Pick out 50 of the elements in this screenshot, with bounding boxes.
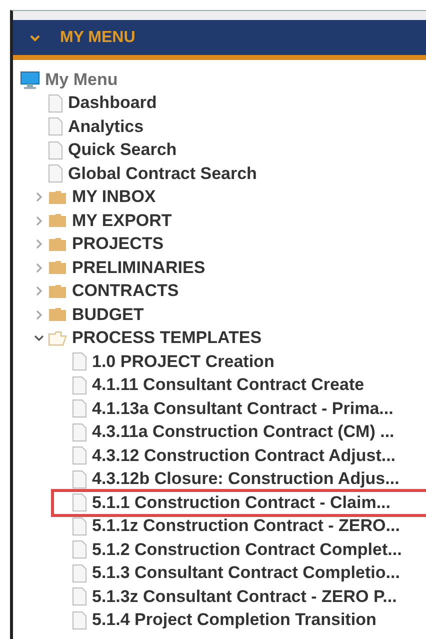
document-icon [72,470,87,489]
menu-header[interactable]: MY MENU [13,20,426,60]
monitor-icon [20,70,40,89]
document-icon [72,352,87,372]
tree-item[interactable]: 4.3.12 Construction Contract Adjust... [53,444,426,468]
document-icon [72,399,87,418]
folder-icon [48,307,67,322]
folder-icon [48,190,67,205]
document-icon [48,117,63,136]
document-icon [72,516,87,536]
tree-item[interactable]: 4.1.11 Consultant Contract Create [53,374,426,397]
tree-item[interactable]: 5.1.3z Consultant Contract - ZERO P... [53,585,426,608]
tree-item[interactable]: Analytics [13,115,426,138]
tree-item[interactable]: 4.3.12b Closure: Construction Adjus... [53,468,426,491]
document-icon [72,540,87,560]
document-icon [72,493,87,512]
tree-item[interactable]: 4.1.13a Consultant Contract - Prima... [53,397,426,420]
tree-item[interactable]: 5.1.2 Construction Contract Complet... [53,538,426,562]
tree-item[interactable]: Dashboard [13,92,426,115]
document-icon [72,376,87,395]
document-icon [72,446,87,466]
document-icon [72,610,87,630]
tree-item[interactable]: PRELIMINARIES [13,256,426,280]
tree-item[interactable]: 4.3.11a Construction Contract (CM) ... [53,420,426,444]
folder-icon [48,284,67,299]
tree-item[interactable]: Global Contract Search [13,162,426,186]
tree-item[interactable]: MY EXPORT [13,209,426,232]
menu-title: MY MENU [60,28,136,46]
tree-item[interactable]: 5.1.1z Construction Contract - ZERO... [53,514,426,538]
tree-item[interactable]: 5.1.3 Consultant Contract Completio... [53,562,426,585]
tree-item[interactable]: My Menu [13,68,426,92]
tree-item[interactable]: CONTRACTS [13,280,426,303]
tree-item[interactable]: PROJECTS [13,232,426,256]
document-icon [48,164,63,184]
tree-item[interactable]: BUDGET [13,303,426,326]
document-icon [72,422,87,442]
folder-icon [48,330,67,346]
tree-item[interactable]: 5.1.1 Construction Contract - Claim... [53,491,426,514]
tree-item[interactable]: 1.0 PROJECT Creation [53,350,426,374]
document-icon [48,140,63,160]
tree-item[interactable]: PROCESS TEMPLATES [13,326,426,350]
document-icon [72,587,87,606]
folder-icon [48,213,67,228]
folder-icon [48,236,67,252]
tree-item[interactable]: MY INBOX [13,186,426,209]
tree-item[interactable]: Quick Search [13,138,426,162]
folder-icon [48,260,67,276]
tree-item[interactable]: 5.1.4 Project Completion Transition [53,608,426,632]
document-icon [72,564,87,583]
document-icon [48,94,63,113]
